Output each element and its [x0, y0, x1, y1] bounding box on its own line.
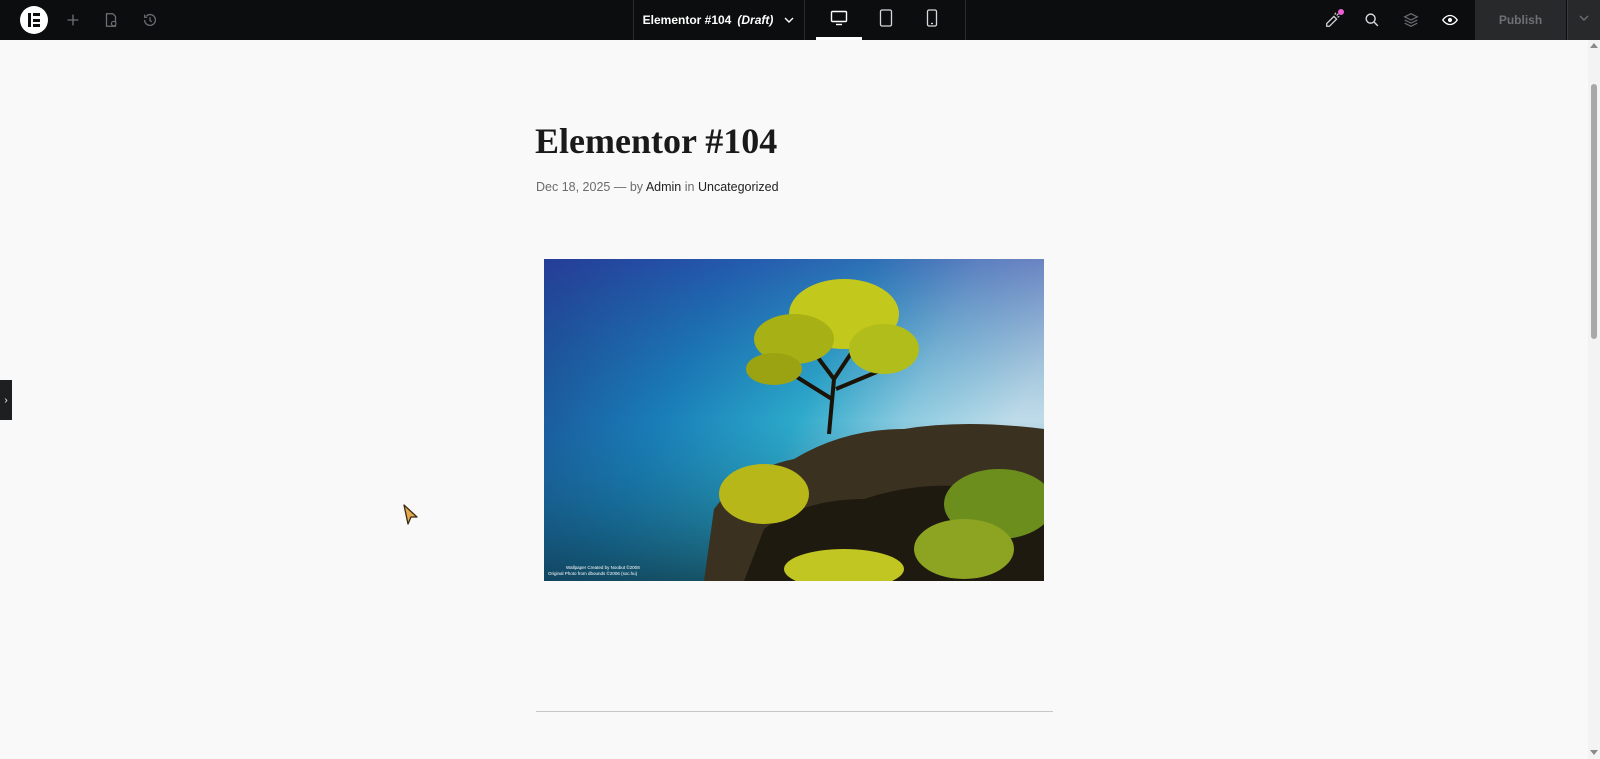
publish-button[interactable]: Publish — [1475, 0, 1566, 40]
devices-divider — [965, 0, 966, 40]
by-label: by — [629, 180, 644, 194]
elementor-logo-icon[interactable] — [20, 6, 48, 34]
document-title: Elementor #104 — [642, 13, 732, 27]
mobile-device-button[interactable] — [909, 0, 955, 40]
image-caption-line1: Wallpaper Created by Noobut ©2008 — [566, 564, 640, 570]
post-category-link[interactable]: Uncategorized — [698, 180, 779, 194]
desktop-device-button[interactable] — [816, 0, 862, 40]
search-icon[interactable] — [1362, 10, 1382, 30]
canvas-scrollbar[interactable] — [1588, 40, 1600, 759]
content-divider — [536, 711, 1053, 712]
scroll-down-arrow-icon[interactable] — [1590, 750, 1598, 755]
add-element-icon[interactable] — [63, 10, 83, 30]
document-title-button[interactable]: Elementor #104 (Draft) — [633, 0, 805, 40]
scroll-up-arrow-icon[interactable] — [1590, 43, 1598, 48]
chevron-down-icon — [1578, 11, 1590, 29]
structure-icon[interactable] — [1401, 10, 1421, 30]
scroll-thumb[interactable] — [1591, 84, 1597, 339]
chevron-right-icon: › — [4, 394, 8, 406]
featured-image[interactable]: Wallpaper Created by Noobut ©2008 Origin… — [544, 259, 1044, 581]
mobile-icon — [926, 8, 938, 32]
post-title[interactable]: Elementor #104 — [535, 120, 777, 162]
image-caption-line2: Original Photo from dbounds ©2006 (sxc.h… — [548, 570, 638, 576]
chevron-down-icon — [783, 14, 795, 26]
preview-eye-icon[interactable] — [1440, 10, 1460, 30]
meta-separator: — — [613, 180, 627, 194]
page-settings-icon[interactable] — [101, 10, 121, 30]
post-date: Dec 18, 2025 — [536, 180, 611, 194]
post-author-link[interactable]: Admin — [646, 180, 681, 194]
panel-toggle-button[interactable]: › — [0, 380, 12, 420]
publish-options-button[interactable] — [1567, 0, 1600, 40]
desktop-icon — [830, 10, 848, 31]
post-meta: Dec 18, 2025 — by Admin in Uncategorized — [536, 180, 779, 194]
editor-topbar: Elementor #104 (Draft) Publish — [0, 0, 1600, 40]
tablet-icon — [879, 8, 893, 32]
history-icon[interactable] — [140, 10, 160, 30]
in-label: in — [684, 180, 695, 194]
notification-dot — [1338, 9, 1344, 15]
tablet-device-button[interactable] — [863, 0, 909, 40]
document-status: (Draft) — [737, 13, 774, 27]
mouse-cursor-icon — [403, 504, 419, 526]
